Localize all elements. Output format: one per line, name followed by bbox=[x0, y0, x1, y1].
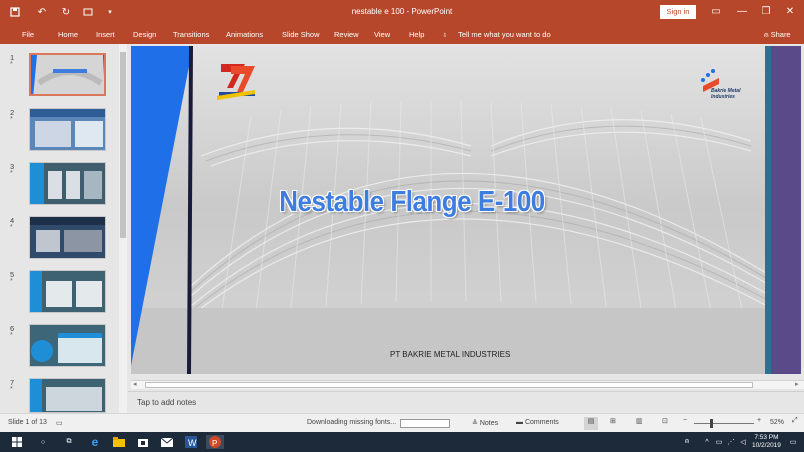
person-icon: ⍝ bbox=[764, 30, 769, 39]
tab-view[interactable]: View bbox=[374, 30, 390, 39]
thumbnail-6-preview bbox=[30, 325, 105, 366]
title-bar: ↶ ↻ ▾ nestable e 100 - PowerPoint Sign i… bbox=[0, 0, 804, 24]
ribbon-display-options-icon[interactable]: ▭ bbox=[706, 4, 726, 20]
zoom-level[interactable]: 52% bbox=[770, 419, 784, 426]
notes-placeholder[interactable]: Tap to add notes bbox=[137, 398, 196, 407]
slide-sorter-icon[interactable]: ⊞ bbox=[610, 417, 616, 425]
scrollbar-thumb[interactable] bbox=[120, 52, 126, 238]
scroll-left-icon[interactable]: ◂ bbox=[133, 380, 137, 388]
slide-counter: Slide 1 of 13 bbox=[8, 419, 47, 426]
thumbnail-slide-6[interactable] bbox=[29, 324, 106, 367]
edge-browser-icon[interactable]: e bbox=[88, 435, 102, 449]
powerpoint-taskbar-icon[interactable]: P bbox=[206, 435, 224, 449]
thumbnail-slide-1[interactable] bbox=[29, 53, 106, 96]
tab-help[interactable]: Help bbox=[409, 30, 424, 39]
share-button[interactable]: ⍝ Share bbox=[764, 30, 791, 40]
reading-view-icon[interactable]: ▥ bbox=[636, 417, 643, 425]
file-explorer-icon[interactable] bbox=[112, 435, 126, 449]
word-icon[interactable]: W bbox=[184, 435, 198, 449]
tab-home[interactable]: Home bbox=[58, 30, 78, 39]
fit-to-window-icon[interactable]: ⤢ bbox=[792, 417, 798, 425]
thumbnail-slide-2[interactable] bbox=[29, 108, 106, 151]
windows-start-icon[interactable] bbox=[10, 435, 24, 449]
thumbnail-slide-3[interactable] bbox=[29, 162, 106, 205]
slide-footer-text[interactable]: PT BAKRIE METAL INDUSTRIES bbox=[390, 350, 510, 359]
slide-show-icon[interactable]: ⊡ bbox=[662, 417, 668, 425]
horizontal-scrollbar[interactable]: ◂ ▸ bbox=[131, 380, 804, 389]
close-button[interactable]: ✕ bbox=[780, 4, 800, 20]
tab-review[interactable]: Review bbox=[334, 30, 359, 39]
windows-taskbar: ○ ⧉ e W P ⍝ ^ ▭ ⋰ ◁ 7:53 PM 10/2/2019 ▭ bbox=[0, 432, 804, 452]
thumbnail-3-preview bbox=[30, 163, 105, 204]
tab-file[interactable]: File bbox=[22, 30, 34, 39]
zoom-slider[interactable] bbox=[694, 419, 754, 428]
tab-insert[interactable]: Insert bbox=[96, 30, 115, 39]
system-clock[interactable]: 7:53 PM 10/2/2019 bbox=[752, 434, 781, 450]
lightbulb-icon: ♁ bbox=[442, 30, 448, 39]
people-icon[interactable]: ⍝ bbox=[680, 435, 694, 449]
notifications-icon[interactable]: ▭ bbox=[786, 435, 800, 449]
status-bar: Slide 1 of 13 ▭ Downloading missing font… bbox=[0, 413, 804, 432]
store-icon[interactable] bbox=[136, 435, 150, 449]
thumbnail-scrollbar[interactable] bbox=[119, 44, 127, 413]
task-view-icon[interactable]: ⧉ bbox=[62, 435, 76, 449]
sign-in-button[interactable]: Sign in bbox=[660, 5, 696, 19]
slide-title[interactable]: Nestable Flange E-100 bbox=[192, 184, 632, 218]
scroll-right-icon[interactable]: ▸ bbox=[795, 380, 799, 388]
thumbnail-2-preview bbox=[30, 109, 105, 150]
tab-design[interactable]: Design bbox=[133, 30, 156, 39]
download-status: Downloading missing fonts... bbox=[307, 419, 397, 426]
thumbnail-animation-star: * bbox=[10, 116, 13, 123]
download-progress-bar bbox=[400, 419, 450, 428]
comment-icon: ▬ bbox=[516, 419, 523, 426]
thumbnail-7-preview bbox=[30, 379, 105, 412]
clock-time: 7:53 PM bbox=[754, 434, 779, 441]
mail-icon[interactable] bbox=[160, 435, 174, 449]
thumbnail-animation-star: * bbox=[10, 170, 13, 177]
minimize-button[interactable]: — bbox=[732, 4, 752, 20]
thumbnail-5-preview bbox=[30, 271, 105, 312]
ribbon-tabs: File Home Insert Design Transitions Anim… bbox=[0, 24, 804, 44]
svg-text:P: P bbox=[212, 439, 217, 448]
notes-label: Notes bbox=[479, 420, 499, 427]
comments-button[interactable]: ▬ Comments bbox=[516, 419, 559, 426]
slide-thumbnail-pane: 1 * 2 * 3 * 4 * 5 * 6 * 7 * bbox=[0, 44, 128, 413]
tab-slide-show[interactable]: Slide Show bbox=[282, 30, 320, 39]
svg-text:W: W bbox=[188, 438, 197, 448]
spelling-icon[interactable]: ▭ bbox=[56, 419, 63, 427]
share-label: Share bbox=[770, 30, 791, 39]
thumbnail-animation-star: * bbox=[10, 61, 13, 68]
thumbnail-slide-7[interactable] bbox=[29, 378, 106, 413]
notes-button[interactable]: ≜ Notes bbox=[472, 419, 498, 427]
tab-transitions[interactable]: Transitions bbox=[173, 30, 209, 39]
tell-me-search[interactable]: ♁ Tell me what you want to do bbox=[442, 30, 551, 39]
comments-label: Comments bbox=[524, 419, 559, 426]
thumbnail-slide-4[interactable] bbox=[29, 216, 106, 259]
notes-icon: ≜ bbox=[472, 420, 478, 427]
tell-me-label: Tell me what you want to do bbox=[458, 30, 551, 39]
maximize-button[interactable]: ❐ bbox=[756, 4, 776, 20]
normal-view-icon[interactable]: ▤ bbox=[584, 417, 598, 430]
thumbnail-slide-5[interactable] bbox=[29, 270, 106, 313]
zoom-slider-thumb[interactable] bbox=[710, 419, 713, 428]
thumbnail-4-preview bbox=[30, 217, 105, 258]
logo-right-caption: Bakrie Metal Industries bbox=[711, 88, 741, 100]
thumbnail-1-preview bbox=[31, 55, 104, 94]
scrollbar-thumb[interactable] bbox=[145, 382, 753, 388]
notes-pane[interactable]: Tap to add notes bbox=[128, 391, 804, 413]
thumbnail-animation-star: * bbox=[10, 332, 13, 339]
thumbnail-animation-star: * bbox=[10, 386, 13, 393]
search-icon[interactable]: ○ bbox=[36, 435, 50, 449]
thumbnail-animation-star: * bbox=[10, 278, 13, 285]
thumbnail-animation-star: * bbox=[10, 224, 13, 231]
clock-date: 10/2/2019 bbox=[752, 442, 781, 449]
volume-icon[interactable]: ◁ bbox=[736, 435, 750, 449]
zoom-in-icon[interactable]: + bbox=[757, 417, 761, 424]
tab-animations[interactable]: Animations bbox=[226, 30, 263, 39]
zoom-out-icon[interactable]: − bbox=[683, 417, 687, 424]
